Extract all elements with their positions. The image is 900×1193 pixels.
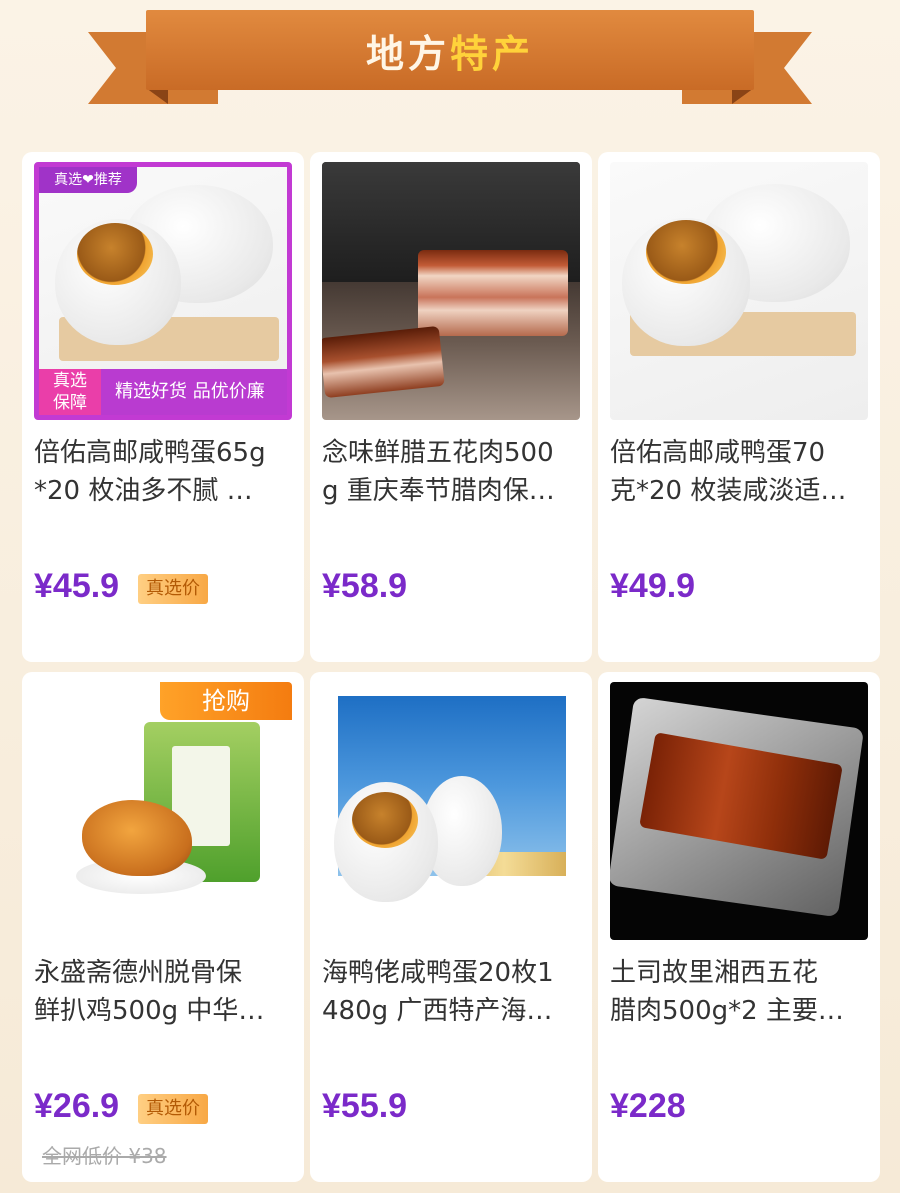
product-image[interactable] [322,162,580,420]
product-name[interactable]: 倍佑高邮咸鸭蛋70 克*20 枚装咸淡适… [610,434,874,510]
product-name[interactable]: 念味鲜腊五花肉500 g 重庆奉节腊肉保… [322,434,586,510]
product-image[interactable] [610,682,868,940]
egg-yolk [352,792,418,848]
ribbon-main: 地方特产 [146,10,754,90]
section-title-part2: 特产 [450,30,535,76]
product-name-line1: 倍佑高邮咸鸭蛋70 [610,438,826,468]
guarantee-text: 精选好货 品优价廉 [115,381,265,402]
egg-yolk [646,220,726,284]
product-name-line1: 永盛斋德州脱骨保 [34,958,243,988]
product-name[interactable]: 倍佑高邮咸鸭蛋65g *20 枚油多不腻 … [34,434,298,510]
egg-yolk [77,223,153,285]
product-card-haiyalao-egg[interactable]: 海鸭佬咸鸭蛋20枚1 480g 广西特产海… ¥55.9 [310,672,592,1182]
quality-guarantee-banner: 真选 保障 精选好货 品优价廉 [39,369,287,415]
product-price: ¥58.9 [322,567,408,605]
guarantee-label: 真选 保障 [39,369,101,415]
section-banner: 地方特产 [88,8,812,108]
product-price: ¥26.9 [34,1087,120,1125]
product-name-line1: 土司故里湘西五花 [610,958,819,988]
product-price: ¥55.9 [322,1087,408,1125]
product-name-line1: 倍佑高邮咸鸭蛋65g [34,438,266,468]
product-name-line1: 海鸭佬咸鸭蛋20枚1 [322,958,554,988]
product-name-line1: 念味鲜腊五花肉500 [322,438,554,468]
product-price: ¥49.9 [610,567,696,605]
product-name-line2: 克*20 枚装咸淡适… [610,476,847,506]
original-price: 全网低价 ¥38 [42,1144,167,1168]
product-name-line2: g 重庆奉节腊肉保… [322,476,555,506]
product-card-cured-pork[interactable]: 念味鲜腊五花肉500 g 重庆奉节腊肉保… ¥58.9 [310,152,592,662]
zhenxuan-price-tag: 真选价 [138,1094,208,1124]
zhenxuan-recommend-badge: 真选❤推荐 [39,167,137,193]
product-card-salted-egg-65g[interactable]: 真选❤推荐 真选 保障 精选好货 品优价廉 倍佑高邮咸鸭蛋65g *20 枚油多… [22,152,304,662]
product-card-dezhou-chicken[interactable]: 抢购 永盛斋德州脱骨保 鲜扒鸡500g 中华… ¥26.9 真选价 全网低价 ¥… [22,672,304,1182]
pork-belly-slice [418,250,568,336]
section-title: 地方特产 [366,23,534,78]
product-name[interactable]: 海鸭佬咸鸭蛋20枚1 480g 广西特产海… [322,954,586,1030]
flash-sale-badge: 抢购 [160,682,292,720]
product-price: ¥45.9 [34,567,120,605]
product-name-line2: 鲜扒鸡500g 中华… [34,996,265,1026]
product-name-line2: 480g 广西特产海… [322,996,553,1026]
product-card-salted-egg-70g[interactable]: 倍佑高邮咸鸭蛋70 克*20 枚装咸淡适… ¥49.9 [598,152,880,662]
product-image[interactable] [610,162,868,420]
product-image[interactable]: 抢购 [34,682,292,940]
product-image[interactable]: 真选❤推荐 真选 保障 精选好货 品优价廉 [34,162,292,420]
product-card-xiangxi-bacon[interactable]: 土司故里湘西五花 腊肉500g*2 主要… ¥228 [598,672,880,1182]
product-name[interactable]: 永盛斋德州脱骨保 鲜扒鸡500g 中华… [34,954,298,1030]
product-name-line2: *20 枚油多不腻 … [34,476,253,506]
product-name[interactable]: 土司故里湘西五花 腊肉500g*2 主要… [610,954,874,1030]
pork-pieces [322,325,445,399]
product-name-line2: 腊肉500g*2 主要… [610,996,844,1026]
section-title-part1: 地方 [365,30,450,76]
zhenxuan-price-tag: 真选价 [138,574,208,604]
product-price: ¥228 [610,1087,686,1125]
product-image[interactable] [322,682,580,940]
